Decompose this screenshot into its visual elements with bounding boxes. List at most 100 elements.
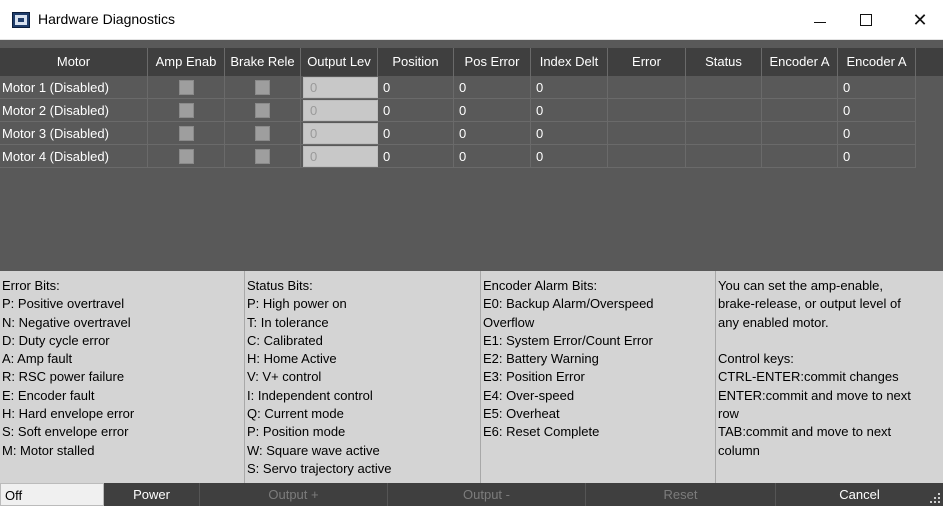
output-plus-button[interactable]: Output +: [200, 483, 388, 506]
encoder-alarm-line: E6: Reset Complete: [483, 424, 600, 440]
help-line: row: [718, 406, 739, 422]
error-bit-line: H: Hard envelope error: [2, 406, 135, 422]
error-bit-line: S: Soft envelope error: [2, 424, 129, 440]
close-icon: ✕: [912, 9, 928, 30]
brake-release-checkbox[interactable]: [255, 79, 270, 95]
column-header-position[interactable]: Position: [378, 48, 454, 76]
status-bit-line: S: Servo trajectory active: [247, 460, 392, 476]
maximize-button[interactable]: [843, 0, 889, 40]
help-line: column: [718, 442, 760, 458]
error-bits-heading: Error Bits:: [2, 278, 60, 293]
pos-error-cell: 0: [454, 76, 531, 99]
status-bit-line: P: Position mode: [247, 424, 346, 440]
help-line: TAB:commit and move to next: [718, 424, 892, 440]
close-button[interactable]: ✕: [897, 0, 943, 40]
help-panel: You can set the amp-enable, brake-releas…: [716, 271, 943, 483]
status-cell: [686, 99, 762, 122]
index-delta-cell: 0: [531, 145, 608, 168]
error-cell: [608, 76, 686, 99]
brake-release-cell[interactable]: [225, 145, 301, 168]
amp-enable-checkbox[interactable]: [178, 79, 194, 95]
status-cell: [686, 76, 762, 99]
minimize-button[interactable]: [797, 0, 843, 40]
column-header-index-delta[interactable]: Index Delt: [531, 48, 608, 76]
position-cell: 0: [378, 99, 454, 122]
status-bit-line: W: Square wave active: [247, 442, 380, 458]
index-delta-cell: 0: [531, 99, 608, 122]
column-header-output-level[interactable]: Output Lev: [301, 48, 378, 76]
status-bit-line: C: Calibrated: [247, 332, 323, 348]
help-line: You can set the amp-enable,: [718, 278, 884, 293]
window-title: Hardware Diagnostics: [38, 11, 175, 27]
status-bit-line: Q: Current mode: [247, 406, 344, 422]
help-line: ENTER:commit and move to next: [718, 387, 911, 403]
app-icon: [12, 12, 30, 28]
amp-enable-cell[interactable]: [148, 99, 225, 122]
encoder-alarm-line: E2: Battery Warning: [483, 351, 599, 367]
cancel-button[interactable]: Cancel: [776, 483, 943, 506]
help-line: CTRL-ENTER:commit changes: [718, 369, 899, 385]
encoder-alarm-line: E5: Overheat: [483, 406, 560, 422]
error-bit-line: E: Encoder fault: [2, 387, 95, 403]
motor-grid: Motor Amp Enab Brake Rele Output Lev Pos…: [0, 40, 943, 271]
info-panels: Error Bits: P: Positive overtravel N: Ne…: [0, 271, 943, 483]
output-level-input[interactable]: 0: [303, 77, 378, 98]
help-line: Control keys:: [718, 351, 794, 367]
brake-release-checkbox[interactable]: [255, 125, 270, 141]
error-bit-line: A: Amp fault: [2, 351, 73, 367]
table-row[interactable]: Motor 2 (Disabled) 0 0 0 0 0: [0, 99, 943, 122]
amp-enable-cell[interactable]: [148, 76, 225, 99]
encoder-alarm-line: E4: Over-speed: [483, 387, 575, 403]
brake-release-checkbox[interactable]: [255, 102, 270, 118]
encoder-a-2-cell: 0: [838, 76, 916, 99]
error-bit-line: R: RSC power failure: [2, 369, 125, 385]
encoder-alarm-line: E0: Backup Alarm/Overspeed: [483, 296, 654, 312]
encoder-a-2-cell: 0: [838, 122, 916, 145]
error-bit-line: D: Duty cycle error: [2, 332, 110, 348]
amp-enable-cell[interactable]: [148, 145, 225, 168]
motor-name-cell: Motor 2 (Disabled): [0, 99, 148, 122]
output-minus-button[interactable]: Output -: [388, 483, 586, 506]
encoder-alarm-line: E3: Position Error: [483, 369, 585, 385]
error-bit-line: N: Negative overtravel: [2, 314, 131, 330]
column-header-error[interactable]: Error: [608, 48, 686, 76]
bottom-toolbar: Off Power Output + Output - Reset Cancel: [0, 483, 943, 506]
table-row[interactable]: Motor 4 (Disabled) 0 0 0 0 0: [0, 145, 943, 168]
column-header-amp-enable[interactable]: Amp Enab: [148, 48, 225, 76]
error-cell: [608, 99, 686, 122]
column-header-encoder-a[interactable]: Encoder A: [762, 48, 838, 76]
output-level-input[interactable]: 0: [303, 100, 378, 121]
brake-release-checkbox[interactable]: [255, 148, 270, 164]
status-bit-line: I: Independent control: [247, 387, 373, 403]
brake-release-cell[interactable]: [225, 99, 301, 122]
title-bar: Hardware Diagnostics ✕: [0, 0, 943, 40]
output-level-input[interactable]: 0: [303, 146, 378, 167]
pos-error-cell: 0: [454, 122, 531, 145]
column-header-pos-error[interactable]: Pos Error: [454, 48, 531, 76]
amp-enable-checkbox[interactable]: [178, 125, 194, 141]
motor-name-cell: Motor 1 (Disabled): [0, 76, 148, 99]
position-cell: 0: [378, 145, 454, 168]
status-bit-line: H: Home Active: [247, 351, 337, 367]
amp-enable-checkbox[interactable]: [178, 102, 194, 118]
reset-button[interactable]: Reset: [586, 483, 776, 506]
encoder-a-cell: [762, 99, 838, 122]
output-level-input[interactable]: 0: [303, 123, 378, 144]
brake-release-cell[interactable]: [225, 122, 301, 145]
column-header-motor[interactable]: Motor: [0, 48, 148, 76]
status-bits-panel: Status Bits: P: High power on T: In tole…: [245, 271, 481, 483]
table-row[interactable]: Motor 1 (Disabled) 0 0 0 0 0: [0, 76, 943, 99]
amp-enable-cell[interactable]: [148, 122, 225, 145]
column-header-brake-release[interactable]: Brake Rele: [225, 48, 301, 76]
table-row[interactable]: Motor 3 (Disabled) 0 0 0 0 0: [0, 122, 943, 145]
column-header-status[interactable]: Status: [686, 48, 762, 76]
encoder-alarm-bits-panel: Encoder Alarm Bits: E0: Backup Alarm/Ove…: [481, 271, 716, 483]
index-delta-cell: 0: [531, 76, 608, 99]
power-button[interactable]: Power: [104, 483, 200, 506]
amp-enable-checkbox[interactable]: [178, 148, 194, 164]
brake-release-cell[interactable]: [225, 76, 301, 99]
column-header-encoder-a-2[interactable]: Encoder A: [838, 48, 916, 76]
resize-grip-icon[interactable]: [930, 493, 940, 503]
status-bits-heading: Status Bits:: [247, 278, 313, 293]
pos-error-cell: 0: [454, 99, 531, 122]
